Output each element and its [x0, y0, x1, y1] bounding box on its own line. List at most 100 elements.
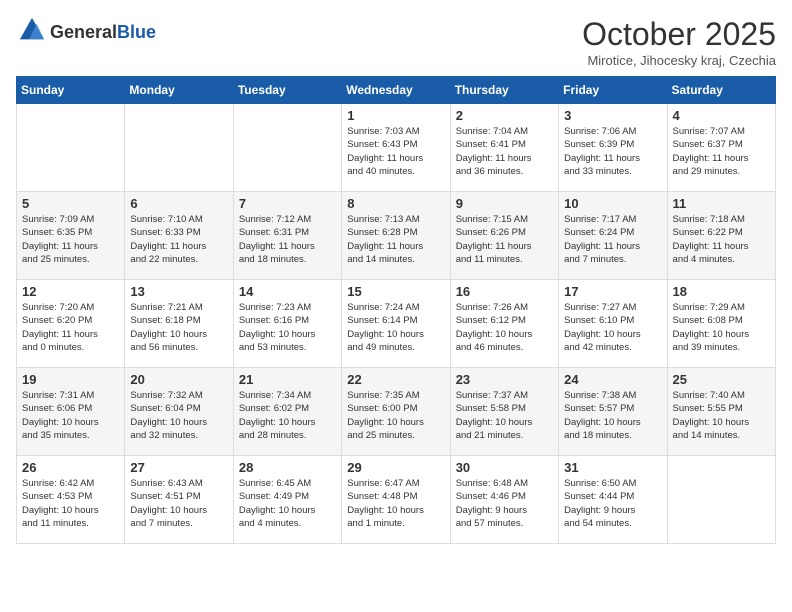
day-info: Sunrise: 6:50 AM Sunset: 4:44 PM Dayligh… — [564, 477, 661, 530]
calendar-cell: 7 Sunrise: 7:12 AM Sunset: 6:31 PM Daylig… — [233, 192, 341, 280]
day-info: Sunrise: 7:40 AM Sunset: 5:55 PM Dayligh… — [673, 389, 770, 442]
day-number: 20 — [130, 372, 227, 387]
calendar-cell: 10 Sunrise: 7:17 AM Sunset: 6:24 PM Dayli… — [559, 192, 667, 280]
calendar-cell: 29Sunrise: 6:47 AM Sunset: 4:48 PM Dayli… — [342, 456, 450, 544]
day-number: 23 — [456, 372, 553, 387]
day-info: Sunrise: 6:45 AM Sunset: 4:49 PM Dayligh… — [239, 477, 336, 530]
day-info: Sunrise: 6:47 AM Sunset: 4:48 PM Dayligh… — [347, 477, 444, 530]
day-info: Sunrise: 7:26 AM Sunset: 6:12 PM Dayligh… — [456, 301, 553, 354]
calendar-cell: 21Sunrise: 7:34 AM Sunset: 6:02 PM Dayli… — [233, 368, 341, 456]
day-number: 13 — [130, 284, 227, 299]
day-info: Sunrise: 7:17 AM Sunset: 6:24 PM Dayligh… — [564, 213, 661, 266]
calendar-cell: 16Sunrise: 7:26 AM Sunset: 6:12 PM Dayli… — [450, 280, 558, 368]
day-number: 3 — [564, 108, 661, 123]
day-number: 18 — [673, 284, 770, 299]
day-info: Sunrise: 7:10 AM Sunset: 6:33 PM Dayligh… — [130, 213, 227, 266]
day-info: Sunrise: 7:35 AM Sunset: 6:00 PM Dayligh… — [347, 389, 444, 442]
calendar-cell: 28 Sunrise: 6:45 AM Sunset: 4:49 PM Dayli… — [233, 456, 341, 544]
calendar-cell: 22 Sunrise: 7:35 AM Sunset: 6:00 PM Dayli… — [342, 368, 450, 456]
day-info: Sunrise: 7:06 AM Sunset: 6:39 PM Dayligh… — [564, 125, 661, 178]
calendar-cell: 9 Sunrise: 7:15 AM Sunset: 6:26 PM Daylig… — [450, 192, 558, 280]
day-number: 2 — [456, 108, 553, 123]
day-number: 1 — [347, 108, 444, 123]
calendar-cell — [125, 104, 233, 192]
day-info: Sunrise: 7:04 AM Sunset: 6:41 PM Dayligh… — [456, 125, 553, 178]
calendar-cell: 14Sunrise: 7:23 AM Sunset: 6:16 PM Dayli… — [233, 280, 341, 368]
title-block: October 2025 Mirotice, Jihocesky kraj, C… — [582, 16, 776, 68]
day-number: 4 — [673, 108, 770, 123]
calendar-cell: 4 Sunrise: 7:07 AM Sunset: 6:37 PM Daylig… — [667, 104, 775, 192]
day-number: 9 — [456, 196, 553, 211]
calendar-cell: 31 Sunrise: 6:50 AM Sunset: 4:44 PM Dayli… — [559, 456, 667, 544]
day-info: Sunrise: 7:13 AM Sunset: 6:28 PM Dayligh… — [347, 213, 444, 266]
day-number: 10 — [564, 196, 661, 211]
day-info: Sunrise: 7:09 AM Sunset: 6:35 PM Dayligh… — [22, 213, 119, 266]
calendar-week-1: 1 Sunrise: 7:03 AM Sunset: 6:43 PM Daylig… — [17, 104, 776, 192]
day-number: 31 — [564, 460, 661, 475]
day-info: Sunrise: 7:15 AM Sunset: 6:26 PM Dayligh… — [456, 213, 553, 266]
calendar-cell: 24Sunrise: 7:38 AM Sunset: 5:57 PM Dayli… — [559, 368, 667, 456]
logo-blue: Blue — [117, 22, 156, 42]
calendar-cell: 18 Sunrise: 7:29 AM Sunset: 6:08 PM Dayli… — [667, 280, 775, 368]
header-saturday: Saturday — [667, 77, 775, 104]
calendar-cell: 15 Sunrise: 7:24 AM Sunset: 6:14 PM Dayli… — [342, 280, 450, 368]
page-header: GeneralBlue October 2025 Mirotice, Jihoc… — [16, 16, 776, 68]
day-info: Sunrise: 7:38 AM Sunset: 5:57 PM Dayligh… — [564, 389, 661, 442]
day-info: Sunrise: 7:21 AM Sunset: 6:18 PM Dayligh… — [130, 301, 227, 354]
header-sunday: Sunday — [17, 77, 125, 104]
day-number: 28 — [239, 460, 336, 475]
logo-icon — [18, 16, 46, 44]
calendar-cell — [233, 104, 341, 192]
day-info: Sunrise: 7:07 AM Sunset: 6:37 PM Dayligh… — [673, 125, 770, 178]
location: Mirotice, Jihocesky kraj, Czechia — [582, 53, 776, 68]
day-number: 30 — [456, 460, 553, 475]
day-info: Sunrise: 7:37 AM Sunset: 5:58 PM Dayligh… — [456, 389, 553, 442]
header-friday: Friday — [559, 77, 667, 104]
calendar-cell: 8 Sunrise: 7:13 AM Sunset: 6:28 PM Daylig… — [342, 192, 450, 280]
day-number: 19 — [22, 372, 119, 387]
day-info: Sunrise: 7:12 AM Sunset: 6:31 PM Dayligh… — [239, 213, 336, 266]
calendar-cell: 5 Sunrise: 7:09 AM Sunset: 6:35 PM Daylig… — [17, 192, 125, 280]
day-info: Sunrise: 6:42 AM Sunset: 4:53 PM Dayligh… — [22, 477, 119, 530]
calendar-cell: 20 Sunrise: 7:32 AM Sunset: 6:04 PM Dayli… — [125, 368, 233, 456]
day-number: 5 — [22, 196, 119, 211]
calendar-cell: 3 Sunrise: 7:06 AM Sunset: 6:39 PM Daylig… — [559, 104, 667, 192]
day-info: Sunrise: 6:43 AM Sunset: 4:51 PM Dayligh… — [130, 477, 227, 530]
calendar-cell: 11Sunrise: 7:18 AM Sunset: 6:22 PM Dayli… — [667, 192, 775, 280]
calendar-cell: 13 Sunrise: 7:21 AM Sunset: 6:18 PM Dayli… — [125, 280, 233, 368]
day-info: Sunrise: 7:31 AM Sunset: 6:06 PM Dayligh… — [22, 389, 119, 442]
day-info: Sunrise: 7:03 AM Sunset: 6:43 PM Dayligh… — [347, 125, 444, 178]
calendar-cell: 23 Sunrise: 7:37 AM Sunset: 5:58 PM Dayli… — [450, 368, 558, 456]
header-thursday: Thursday — [450, 77, 558, 104]
calendar-cell: 30Sunrise: 6:48 AM Sunset: 4:46 PM Dayli… — [450, 456, 558, 544]
header-monday: Monday — [125, 77, 233, 104]
day-number: 7 — [239, 196, 336, 211]
calendar-header-row: SundayMondayTuesdayWednesdayThursdayFrid… — [17, 77, 776, 104]
day-info: Sunrise: 7:27 AM Sunset: 6:10 PM Dayligh… — [564, 301, 661, 354]
calendar-week-5: 26 Sunrise: 6:42 AM Sunset: 4:53 PM Dayli… — [17, 456, 776, 544]
logo-general: General — [50, 22, 117, 42]
day-number: 11 — [673, 196, 770, 211]
calendar-cell: 26 Sunrise: 6:42 AM Sunset: 4:53 PM Dayli… — [17, 456, 125, 544]
calendar-cell: 12Sunrise: 7:20 AM Sunset: 6:20 PM Dayli… — [17, 280, 125, 368]
calendar-cell: 1 Sunrise: 7:03 AM Sunset: 6:43 PM Daylig… — [342, 104, 450, 192]
day-number: 12 — [22, 284, 119, 299]
day-number: 14 — [239, 284, 336, 299]
header-wednesday: Wednesday — [342, 77, 450, 104]
calendar-week-2: 5 Sunrise: 7:09 AM Sunset: 6:35 PM Daylig… — [17, 192, 776, 280]
day-info: Sunrise: 7:29 AM Sunset: 6:08 PM Dayligh… — [673, 301, 770, 354]
day-number: 26 — [22, 460, 119, 475]
calendar-cell: 25Sunrise: 7:40 AM Sunset: 5:55 PM Dayli… — [667, 368, 775, 456]
calendar: SundayMondayTuesdayWednesdayThursdayFrid… — [16, 76, 776, 544]
day-info: Sunrise: 7:32 AM Sunset: 6:04 PM Dayligh… — [130, 389, 227, 442]
day-number: 8 — [347, 196, 444, 211]
calendar-cell — [667, 456, 775, 544]
day-number: 15 — [347, 284, 444, 299]
day-number: 6 — [130, 196, 227, 211]
calendar-cell: 27Sunrise: 6:43 AM Sunset: 4:51 PM Dayli… — [125, 456, 233, 544]
day-info: Sunrise: 7:24 AM Sunset: 6:14 PM Dayligh… — [347, 301, 444, 354]
calendar-week-4: 19 Sunrise: 7:31 AM Sunset: 6:06 PM Dayli… — [17, 368, 776, 456]
header-tuesday: Tuesday — [233, 77, 341, 104]
calendar-cell: 17Sunrise: 7:27 AM Sunset: 6:10 PM Dayli… — [559, 280, 667, 368]
day-number: 22 — [347, 372, 444, 387]
